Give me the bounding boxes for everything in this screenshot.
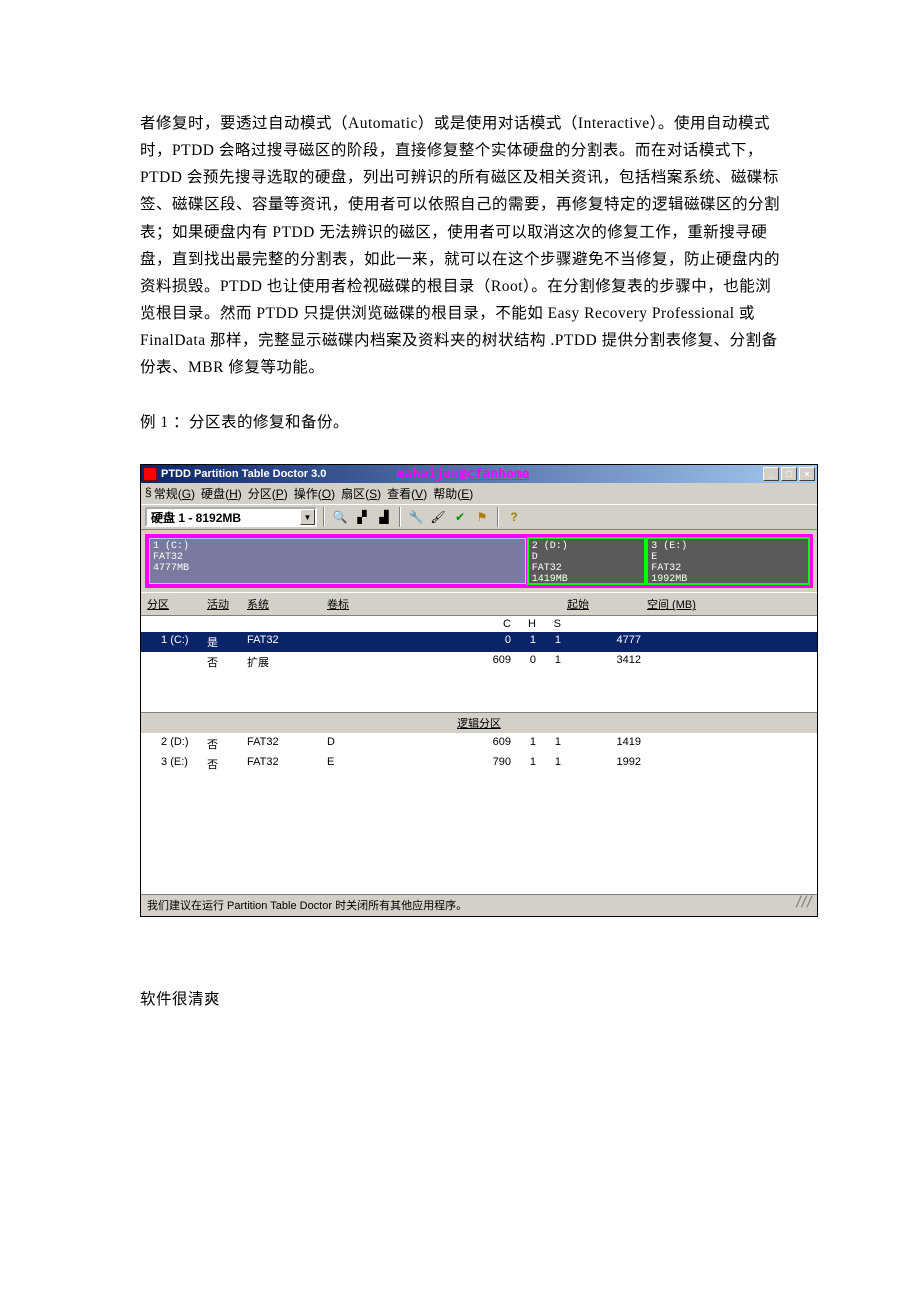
table-row[interactable]: 3 (E:) 否 FAT32 E 790 1 1 1992 (141, 754, 817, 774)
menu-leading-char: § (145, 485, 152, 502)
minimize-button[interactable]: _ (763, 467, 779, 481)
body-paragraph-example-heading: 例 1 ：分区表的修复和备份。 (140, 409, 780, 436)
window-controls: _ □ × (763, 467, 815, 481)
status-text: 我们建议在运行 Partition Table Doctor 时关闭所有其他应用… (147, 897, 467, 913)
help-icon[interactable]: ? (505, 508, 523, 526)
col-label[interactable]: 卷标 (327, 596, 477, 612)
col-partition[interactable]: 分区 (147, 596, 207, 612)
check-icon[interactable]: ✔ (451, 508, 469, 526)
flag-icon[interactable]: ⚑ (473, 508, 491, 526)
col-space[interactable]: 空间 (MB) (647, 596, 811, 612)
menu-help[interactable]: 帮助(E) (433, 485, 473, 502)
col-start[interactable]: 起始 (567, 596, 647, 612)
table-row[interactable]: 2 (D:) 否 FAT32 D 609 1 1 1419 (141, 734, 817, 754)
disk2-icon[interactable]: ▟ (375, 508, 393, 526)
magnifier-icon[interactable]: 🔍 (331, 508, 349, 526)
table-row[interactable]: 1 (C:) 是 FAT32 0 1 1 4777 (141, 632, 817, 652)
title-bar: PTDD Partition Table Doctor 3.0 mahaijun… (141, 465, 817, 483)
col-active[interactable]: 活动 (207, 596, 247, 612)
partition-table-subheader: C H S (141, 616, 817, 632)
status-bar: 我们建议在运行 Partition Table Doctor 时关闭所有其他应用… (141, 894, 817, 916)
wrench-icon[interactable]: 🔧 (407, 508, 425, 526)
menu-bar: § 常规(G) 硬盘(H) 分区(P) 操作(O) 扇区(S) 查看(V) 帮助… (141, 483, 817, 504)
map-segment-e[interactable]: 3 (E:) E FAT32 1992MB (646, 537, 810, 585)
disk-selector[interactable]: 硬盘 1 - 8192MB ▼ (145, 507, 317, 527)
col-system[interactable]: 系统 (247, 596, 327, 612)
body-paragraph-1: 者修复时，要透过自动模式（Automatic）或是使用对话模式（Interact… (140, 110, 780, 381)
resize-grip-icon[interactable]: /// (795, 897, 811, 913)
tail-note: 软件很清爽 (140, 987, 780, 1009)
menu-partition[interactable]: 分区(P) (248, 485, 288, 502)
toolbar-separator (399, 507, 401, 527)
map-segment-d[interactable]: 2 (D:) D FAT32 1419MB (527, 537, 647, 585)
brush-icon[interactable]: 🖌 (429, 508, 447, 526)
close-button[interactable]: × (799, 467, 815, 481)
toolbar-separator (323, 507, 325, 527)
toolbar: 硬盘 1 - 8192MB ▼ 🔍 ▞ ▟ 🔧 🖌 ✔ ⚑ ? (141, 504, 817, 530)
menu-general[interactable]: 常规(G) (154, 485, 195, 502)
disk-selector-text: 硬盘 1 - 8192MB (147, 509, 300, 526)
subcol-h: H (517, 618, 542, 630)
table-row[interactable]: 否 扩展 609 0 1 3412 (141, 652, 817, 672)
subcol-s: S (542, 618, 567, 630)
menu-sector[interactable]: 扇区(S) (341, 485, 381, 502)
app-icon (143, 467, 157, 481)
window-title: PTDD Partition Table Doctor 3.0 (161, 468, 326, 480)
map-segment-c[interactable]: 1 (C:) FAT32 4777MB (148, 537, 527, 585)
toolbar-separator (497, 507, 499, 527)
disk-map: 1 (C:) FAT32 4777MB 2 (D:) D FAT32 1419M… (145, 534, 813, 588)
logical-table-body: 2 (D:) 否 FAT32 D 609 1 1 1419 3 (E:) 否 F… (141, 734, 817, 894)
menu-view[interactable]: 查看(V) (387, 485, 427, 502)
app-window: PTDD Partition Table Doctor 3.0 mahaijun… (140, 464, 818, 917)
logical-partition-header: 逻辑分区 (141, 712, 817, 734)
subcol-c: C (477, 618, 517, 630)
watermark-text: mahaijun@cfanhome (326, 467, 763, 482)
maximize-button[interactable]: □ (781, 467, 797, 481)
partition-table-header: 分区 活动 系统 卷标 起始 空间 (MB) (141, 592, 817, 616)
menu-disk[interactable]: 硬盘(H) (201, 485, 242, 502)
partition-table-body: 1 (C:) 是 FAT32 0 1 1 4777 否 扩展 609 0 1 3… (141, 632, 817, 712)
dropdown-arrow-icon[interactable]: ▼ (300, 509, 315, 525)
disk-icon[interactable]: ▞ (353, 508, 371, 526)
menu-operate[interactable]: 操作(O) (294, 485, 335, 502)
